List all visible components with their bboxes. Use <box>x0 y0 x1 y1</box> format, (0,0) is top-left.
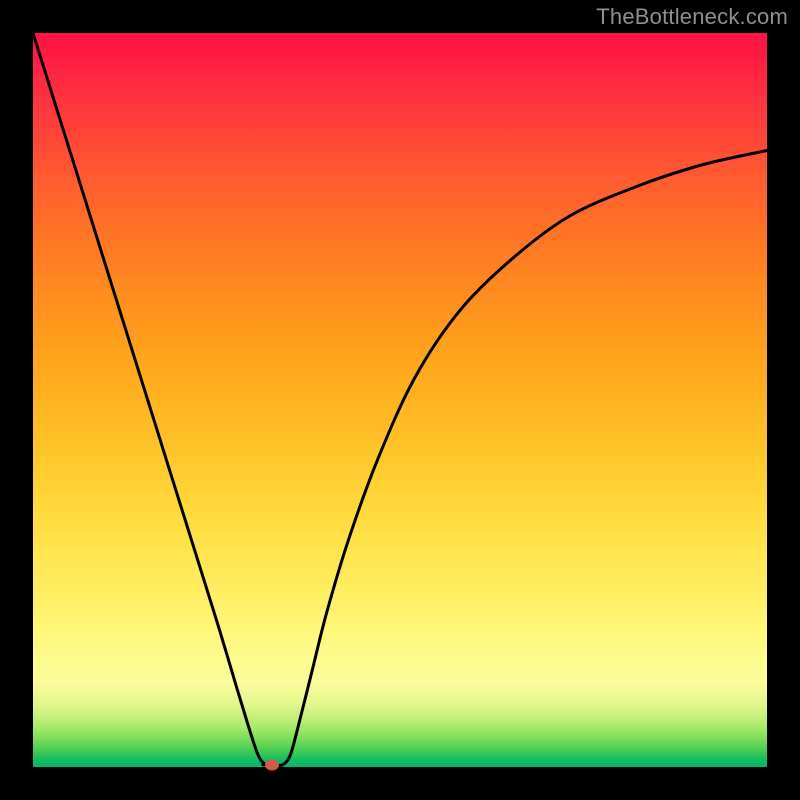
plot-area <box>33 33 767 767</box>
chart-frame: TheBottleneck.com <box>0 0 800 800</box>
bottleneck-curve <box>33 33 767 767</box>
watermark-text: TheBottleneck.com <box>596 4 788 30</box>
optimal-marker-dot <box>265 759 279 770</box>
